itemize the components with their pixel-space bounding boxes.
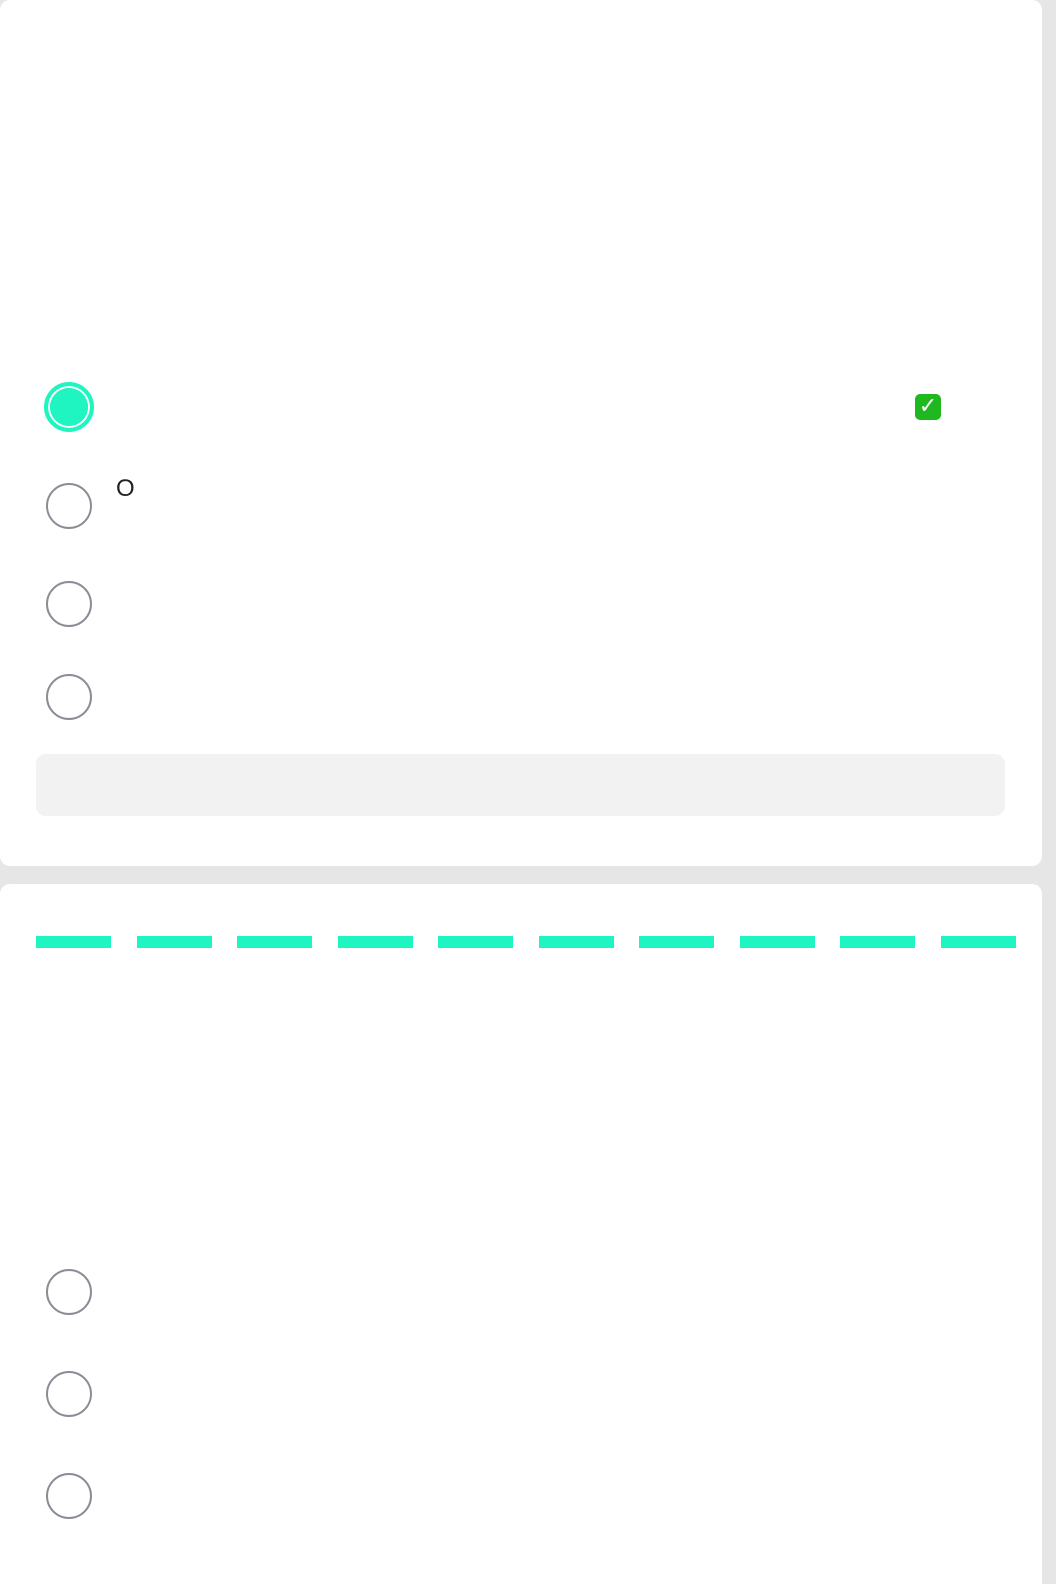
progress-segment bbox=[739, 936, 815, 948]
progress-indicator bbox=[36, 936, 1016, 948]
radio-button[interactable] bbox=[46, 674, 92, 720]
answer-option-4[interactable] bbox=[46, 674, 1006, 724]
answer-option-2[interactable]: O bbox=[46, 475, 1006, 533]
answer-option-1[interactable] bbox=[44, 382, 1006, 434]
radio-button[interactable] bbox=[46, 1371, 92, 1417]
answer-option-1[interactable] bbox=[46, 1269, 1006, 1319]
progress-segment bbox=[940, 936, 1016, 948]
progress-segment bbox=[136, 936, 212, 948]
progress-segment bbox=[438, 936, 514, 948]
page-scroll-track[interactable] bbox=[1042, 0, 1056, 1562]
progress-segment bbox=[639, 936, 715, 948]
progress-segment bbox=[538, 936, 614, 948]
progress-segment bbox=[237, 936, 313, 948]
feedback-bar bbox=[36, 754, 1005, 816]
progress-segment bbox=[36, 936, 111, 948]
answer-option-3[interactable] bbox=[46, 1473, 1006, 1523]
question-card-2 bbox=[0, 884, 1042, 1584]
radio-button[interactable] bbox=[46, 1269, 92, 1315]
answer-option-label: O bbox=[116, 475, 135, 502]
progress-segment bbox=[337, 936, 413, 948]
radio-button[interactable] bbox=[46, 483, 92, 529]
radio-button[interactable] bbox=[46, 581, 92, 627]
radio-button[interactable] bbox=[46, 1473, 92, 1519]
answer-option-3[interactable] bbox=[46, 581, 1006, 631]
check-mark-icon: ✓ bbox=[915, 394, 941, 420]
question-card-1: ✓ O bbox=[0, 0, 1042, 866]
progress-segment bbox=[840, 936, 916, 948]
radio-selected[interactable] bbox=[44, 382, 94, 432]
answer-option-2[interactable] bbox=[46, 1371, 1006, 1421]
